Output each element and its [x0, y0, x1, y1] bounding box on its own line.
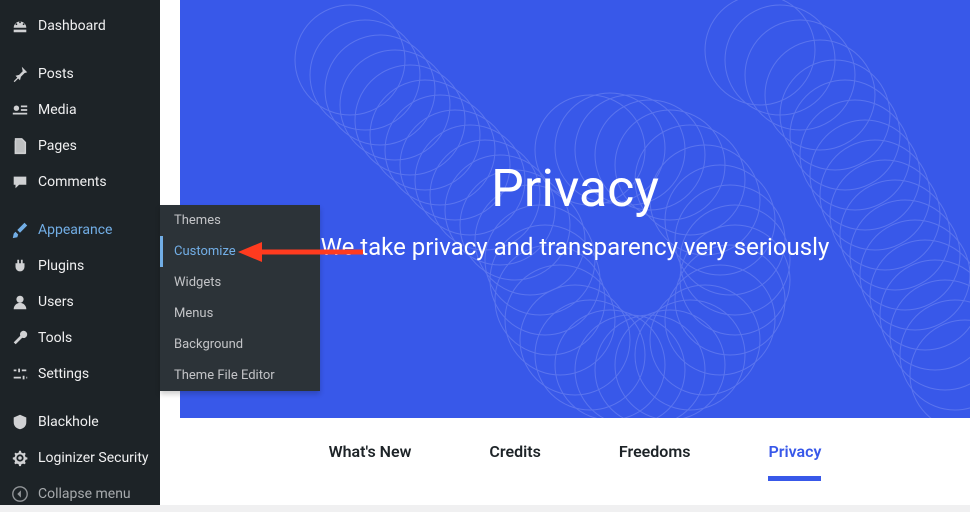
- sidebar-item-label: Pages: [38, 138, 150, 154]
- appearance-submenu: Themes Customize Widgets Menus Backgroun…: [160, 205, 320, 391]
- tab-freedoms[interactable]: Freedoms: [619, 422, 691, 481]
- submenu-item-background[interactable]: Background: [160, 329, 320, 360]
- sidebar-item-pages[interactable]: Pages: [0, 128, 160, 164]
- sidebar-item-label: Collapse menu: [38, 486, 150, 502]
- comment-icon: [10, 172, 30, 192]
- sidebar-item-label: Users: [38, 294, 150, 310]
- sidebar-item-collapse[interactable]: Collapse menu: [0, 476, 160, 512]
- tab-privacy[interactable]: Privacy: [768, 422, 821, 481]
- sidebar-item-label: Plugins: [38, 258, 150, 274]
- brush-icon: [10, 220, 30, 240]
- sidebar-item-label: Media: [38, 102, 150, 118]
- tab-whats-new[interactable]: What's New: [329, 422, 412, 481]
- sidebar-item-dashboard[interactable]: Dashboard: [0, 8, 160, 44]
- sidebar-item-label: Tools: [38, 330, 150, 346]
- sidebar-item-label: Comments: [38, 174, 150, 190]
- media-icon: [10, 100, 30, 120]
- admin-sidebar: Dashboard Posts Media Pages Comments App…: [0, 0, 160, 505]
- plug-icon: [10, 256, 30, 276]
- sidebar-item-loginizer[interactable]: Loginizer Security: [0, 440, 160, 476]
- wrench-icon: [10, 328, 30, 348]
- sidebar-item-blackhole[interactable]: Blackhole: [0, 404, 160, 440]
- sidebar-item-comments[interactable]: Comments: [0, 164, 160, 200]
- pages-icon: [10, 136, 30, 156]
- sidebar-item-users[interactable]: Users: [0, 284, 160, 320]
- annotation-arrow: [238, 239, 368, 265]
- sidebar-item-tools[interactable]: Tools: [0, 320, 160, 356]
- sidebar-item-label: Appearance: [38, 222, 150, 238]
- sidebar-item-label: Blackhole: [38, 414, 150, 430]
- hero-subtitle: We take privacy and transparency very se…: [321, 233, 830, 261]
- sliders-icon: [10, 364, 30, 384]
- gear-icon: [10, 448, 30, 468]
- tab-credits[interactable]: Credits: [489, 422, 540, 481]
- pin-icon: [10, 64, 30, 84]
- sidebar-item-settings[interactable]: Settings: [0, 356, 160, 392]
- dashboard-icon: [10, 16, 30, 36]
- hero-title: Privacy: [491, 158, 659, 219]
- sidebar-item-label: Settings: [38, 366, 150, 382]
- collapse-icon: [10, 484, 30, 504]
- sidebar-item-media[interactable]: Media: [0, 92, 160, 128]
- shield-icon: [10, 412, 30, 432]
- submenu-item-menus[interactable]: Menus: [160, 298, 320, 329]
- about-tabs: What's New Credits Freedoms Privacy: [180, 418, 970, 484]
- sidebar-item-label: Posts: [38, 66, 150, 82]
- sidebar-item-label: Dashboard: [38, 18, 150, 34]
- user-icon: [10, 292, 30, 312]
- sidebar-item-appearance[interactable]: Appearance: [0, 212, 160, 248]
- sidebar-item-posts[interactable]: Posts: [0, 56, 160, 92]
- submenu-item-widgets[interactable]: Widgets: [160, 267, 320, 298]
- sidebar-item-plugins[interactable]: Plugins: [0, 248, 160, 284]
- submenu-item-themes[interactable]: Themes: [160, 205, 320, 236]
- sidebar-item-label: Loginizer Security: [38, 450, 150, 466]
- submenu-item-theme-file-editor[interactable]: Theme File Editor: [160, 360, 320, 391]
